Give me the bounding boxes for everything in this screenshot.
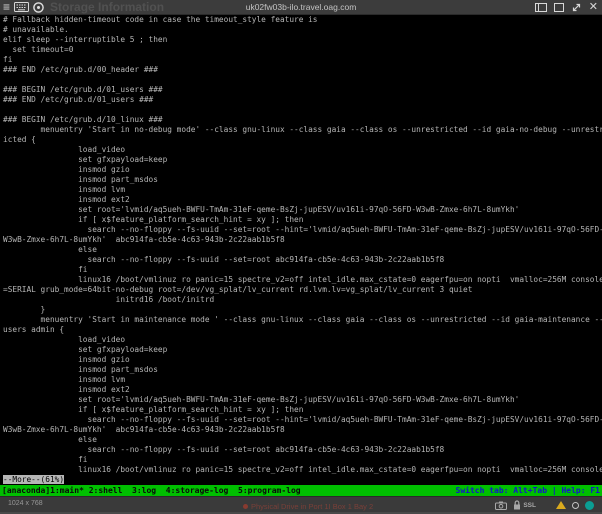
terminal-line: insmod gzio <box>3 355 602 365</box>
terminal-line: fi <box>3 265 602 275</box>
window-title: uk02fw03b-ilo.travel.oag.com <box>246 2 357 12</box>
console-status-bar: 1024 x 768 Physical Drive in Port 1I Box… <box>0 496 602 514</box>
terminal-line: search --no-floppy --fs-uuid --set=root … <box>3 415 602 425</box>
terminal-line: insmod part_msdos <box>3 175 602 185</box>
terminal-line: fi <box>3 55 602 65</box>
terminal-line: linux16 /boot/vmlinuz ro panic=15 spectr… <box>3 275 602 285</box>
fullscreen-expand-icon[interactable] <box>571 2 582 13</box>
terminal-line: } <box>3 305 602 315</box>
terminal-line: ### END /etc/grub.d/00_header ### <box>3 65 602 75</box>
terminal-line: linux16 /boot/vmlinuz ro panic=15 spectr… <box>3 465 602 475</box>
terminal-line: ### BEGIN /etc/grub.d/10_linux ### <box>3 115 602 125</box>
terminal-lines: # Fallback hidden-timeout code in case t… <box>3 15 602 475</box>
terminal-line: insmod ext2 <box>3 385 602 395</box>
terminal-line: W3wB-Zmxe-6h7L-8umYkh' abc914fa-cb5e-4c6… <box>3 235 602 245</box>
close-icon[interactable]: ✕ <box>589 2 598 13</box>
ssl-status: SSL <box>513 500 536 510</box>
terminal-line: set gfxpayload=keep <box>3 155 602 165</box>
drive-status-watermark: Physical Drive in Port 1I Box 1 Bay 2 <box>243 502 373 511</box>
console-screen[interactable]: # Fallback hidden-timeout code in case t… <box>0 15 602 485</box>
terminal-line: ### BEGIN /etc/grub.d/01_users ### <box>3 85 602 95</box>
terminal-line: icted { <box>3 135 602 145</box>
terminal-line: set timeout=0 <box>3 45 602 55</box>
terminal-line <box>3 105 602 115</box>
terminal-line: menuentry 'Start in maintenance mode ' -… <box>3 315 602 325</box>
terminal-line: if [ x$feature_platform_search_hint = xy… <box>3 215 602 225</box>
terminal-line: menuentry 'Start in no-debug mode' --cla… <box>3 125 602 135</box>
terminal-line: insmod lvm <box>3 185 602 195</box>
storage-information-watermark: Storage Information <box>50 0 164 14</box>
maximize-icon[interactable] <box>554 3 564 12</box>
terminal-line: insmod part_msdos <box>3 365 602 375</box>
ssl-label: SSL <box>523 502 536 509</box>
tmux-window-list[interactable]: [anaconda]1:main* 2:shell 3:log 4:storag… <box>2 485 301 496</box>
terminal-line <box>3 75 602 85</box>
virtual-media-disc-icon[interactable] <box>33 2 44 13</box>
keyboard-icon[interactable] <box>14 2 29 12</box>
terminal-line: search --no-floppy --fs-uuid --set=root … <box>3 225 602 235</box>
screenshot-camera-icon[interactable] <box>495 501 507 510</box>
drive-status-text: Physical Drive in Port 1I Box 1 Bay 2 <box>251 502 373 511</box>
tmux-help-hint: Switch tab: Alt+Tab | Help: F1 <box>456 485 601 496</box>
status-ring-icon[interactable] <box>572 502 579 509</box>
terminal-line: insmod lvm <box>3 375 602 385</box>
lock-icon <box>513 500 521 510</box>
terminal-line: search --no-floppy --fs-uuid --set=root … <box>3 255 602 265</box>
resolution-label: 1024 x 768 <box>8 500 43 507</box>
sidebar-toggle-icon[interactable] <box>535 3 547 12</box>
terminal-line: set root='lvmid/aq5ueh-BWFU-TmAm-31eF-qe… <box>3 395 602 405</box>
terminal-line: elif sleep --interruptible 5 ; then <box>3 35 602 45</box>
health-status-icon[interactable] <box>585 501 594 510</box>
terminal-line: initrd16 /boot/initrd <box>3 295 602 305</box>
terminal-line: else <box>3 435 602 445</box>
drive-status-dot-icon <box>243 504 248 509</box>
terminal-line: # unavailable. <box>3 25 602 35</box>
menu-icon[interactable]: ≡ <box>3 1 10 13</box>
title-bar: ≡ Storage Information uk02fw03b-ilo.trav… <box>0 0 602 15</box>
more-prompt: --More--(61%) <box>3 475 64 484</box>
terminal-line: users admin { <box>3 325 602 335</box>
terminal-line: else <box>3 245 602 255</box>
terminal-line: ### END /etc/grub.d/01_users ### <box>3 95 602 105</box>
terminal-line: load_video <box>3 335 602 345</box>
terminal-line: =SERIAL grub_mode=64bit-no-debug root=/d… <box>3 285 602 295</box>
warning-triangle-icon[interactable] <box>556 501 566 509</box>
terminal-line: insmod gzio <box>3 165 602 175</box>
more-prompt-line: --More--(61%) <box>3 475 602 485</box>
terminal-line: load_video <box>3 145 602 155</box>
terminal-line: insmod ext2 <box>3 195 602 205</box>
terminal-line: set gfxpayload=keep <box>3 345 602 355</box>
terminal-line: search --no-floppy --fs-uuid --set=root … <box>3 445 602 455</box>
tmux-status-bar: [anaconda]1:main* 2:shell 3:log 4:storag… <box>0 485 602 496</box>
terminal-line: # Fallback hidden-timeout code in case t… <box>3 15 602 25</box>
terminal-line: set root='lvmid/aq5ueh-BWFU-TmAm-31eF-qe… <box>3 205 602 215</box>
terminal-line: fi <box>3 455 602 465</box>
terminal-line: if [ x$feature_platform_search_hint = xy… <box>3 405 602 415</box>
terminal-line: W3wB-Zmxe-6h7L-8umYkh' abc914fa-cb5e-4c6… <box>3 425 602 435</box>
